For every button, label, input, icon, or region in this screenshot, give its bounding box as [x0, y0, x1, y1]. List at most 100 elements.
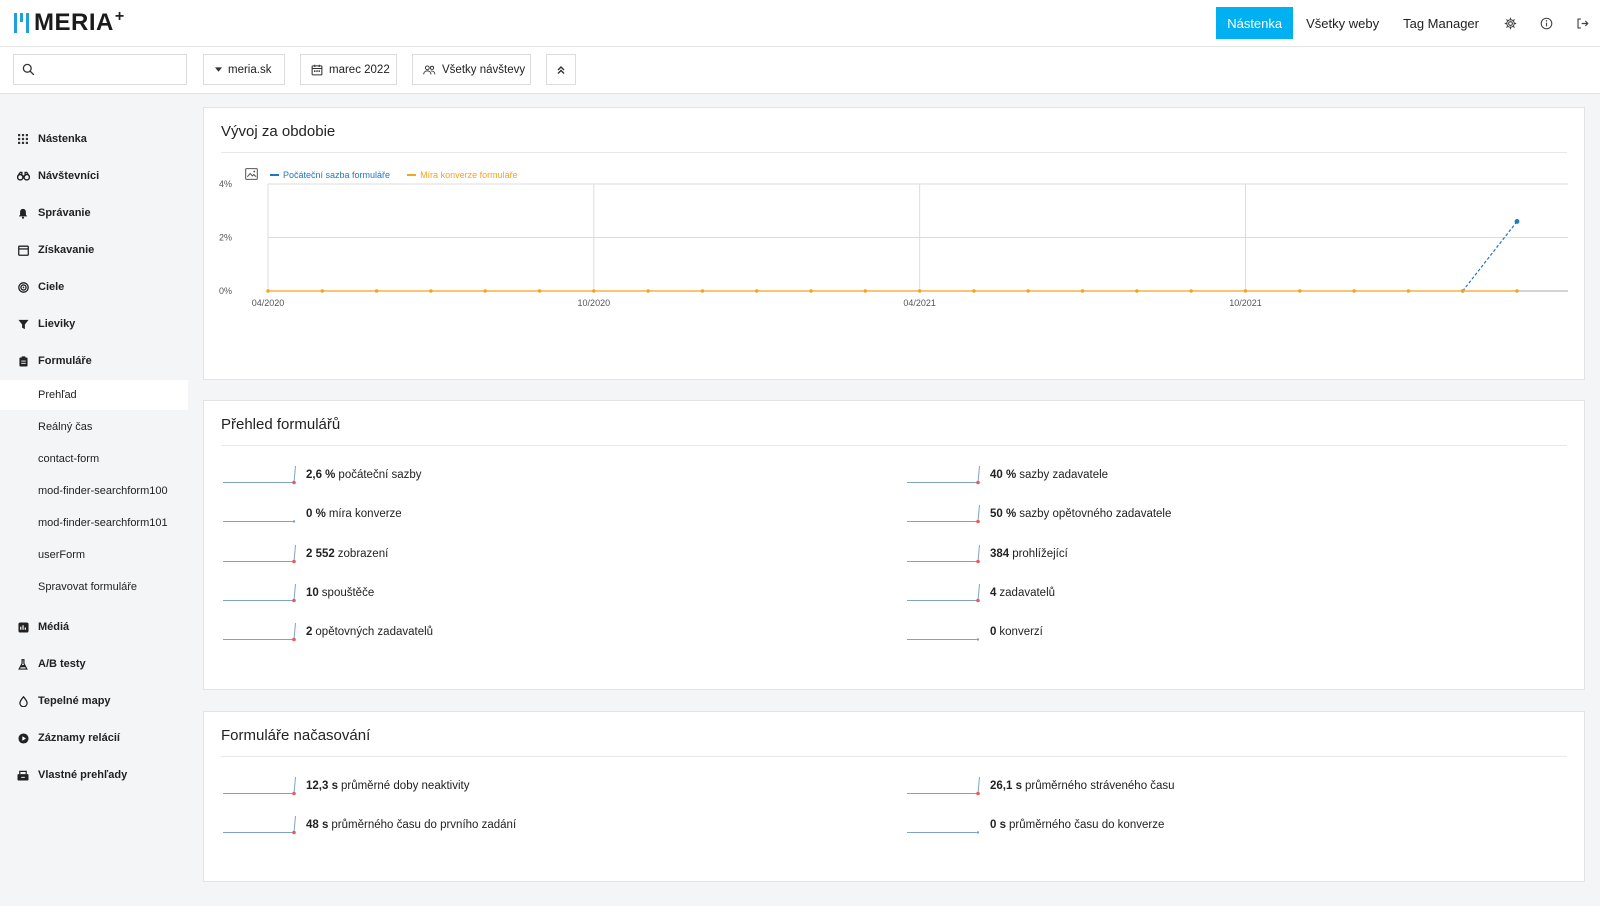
target-icon [16, 280, 30, 294]
logo-wordmark: MERIA [34, 9, 114, 36]
metric-label: sazby zadavatele [1019, 469, 1109, 481]
sparkline [223, 583, 296, 603]
top-navigation: Nástenka Všetky weby Tag Manager [1216, 0, 1600, 46]
metric-value: 2 552 [306, 547, 335, 560]
series-2-point [1080, 289, 1085, 293]
metric-value: 26,1 s [990, 780, 1022, 792]
report-icon [16, 768, 30, 782]
settings-button[interactable] [1492, 7, 1528, 39]
forms-overview-panel: Přehled formulářů 2,6 % počáteční sazby 40… [203, 400, 1585, 690]
series-2-point [917, 289, 922, 293]
meria-logo[interactable]: MERIA + [14, 8, 124, 36]
sidebar-item-acquisition[interactable]: Získavanie [0, 235, 188, 265]
metric-value: 4 [990, 586, 997, 599]
sidebar-item-label: Vlastné prehľady [38, 769, 128, 781]
sidebar-item-visitors[interactable]: Návštevníci [0, 161, 188, 191]
sidebar-item-session-recordings[interactable]: Záznamy relácií [0, 723, 188, 753]
divider [221, 756, 1567, 757]
series-2-point [1406, 289, 1411, 293]
site-selector-label: meria.sk [228, 63, 272, 76]
series-2-point [537, 289, 542, 293]
metric-label: opětovných zadavatelů [315, 626, 434, 639]
sidebar-item-media[interactable]: Médiá [0, 612, 188, 642]
sidebar-item-behaviour[interactable]: Správanie [0, 198, 188, 228]
sparkline [223, 623, 296, 642]
search-icon [22, 63, 35, 76]
metric-value: 2 [306, 626, 313, 639]
period-selector[interactable]: marec 2022 [300, 54, 397, 85]
sparkline [223, 816, 296, 835]
sidebar-item-heatmaps[interactable]: Tepelné mapy [0, 686, 188, 716]
calendar-icon [16, 243, 30, 257]
double-chevron-up-icon [557, 65, 565, 74]
logout-button[interactable] [1564, 7, 1600, 39]
metric-item: 0 % míra konverze [222, 504, 402, 524]
metric-label: spouštěče [321, 586, 375, 599]
segment-selector[interactable]: Všetky návštevy [412, 54, 531, 85]
sidebar-subitem-manage-forms[interactable]: Spravovat formuláře [0, 572, 188, 602]
sparkline [223, 544, 296, 563]
nav-all-sites-button[interactable]: Všetky weby [1295, 7, 1390, 39]
sidebar-item-funnels[interactable]: Lieviky [0, 309, 188, 339]
sidebar-subitem-searchform101[interactable]: mod-finder-searchform101 [0, 508, 188, 538]
sparkline [907, 831, 980, 834]
metric-value: 40 % [990, 469, 1017, 481]
site-selector[interactable]: meria.sk [203, 54, 285, 85]
play-icon [16, 731, 30, 745]
nav-dashboard-button[interactable]: Nástenka [1216, 7, 1294, 39]
sidebar-item-forms[interactable]: Formuláře [0, 346, 188, 376]
metric-value: 0 % [306, 508, 326, 521]
gear-icon [1504, 17, 1516, 29]
sparkline [223, 776, 296, 796]
series-2-point [1352, 289, 1356, 293]
calendar-icon [311, 64, 323, 76]
divider [221, 445, 1567, 446]
sidebar-subitem-realtime[interactable]: Reálný čas [0, 412, 188, 442]
sidebar-subitem-searchform100[interactable]: mod-finder-searchform100 [0, 476, 188, 506]
sidebar-item-label: Lieviky [38, 318, 76, 330]
timing-title: Formuláře načasování [221, 727, 371, 744]
series-2-point [809, 289, 813, 293]
y-tick-label: 2% [219, 233, 232, 243]
sidebar-item-ab-tests[interactable]: A/B testy [0, 649, 188, 679]
metric-item: 0 konverzí [906, 622, 1043, 642]
metric-item: 2,6 % počáteční sazby [222, 465, 422, 485]
info-icon [1540, 17, 1552, 29]
series-2-point [592, 289, 596, 293]
sidebar-subitem-overview[interactable]: Prehľad [0, 380, 188, 410]
forms-timing-panel: Formuláře načasování 12,3 s průměrné doby… [203, 711, 1585, 882]
sidebar-item-custom-reports[interactable]: Vlastné prehľady [0, 760, 188, 790]
sidebar-item-label: Návštevníci [38, 170, 100, 182]
users-icon [423, 64, 436, 76]
collapse-filters-button[interactable] [546, 54, 576, 85]
overview-title: Přehled formulářů [221, 416, 341, 433]
sidebar-item-goals[interactable]: Ciele [0, 272, 188, 302]
x-tick-label: 04/2021 [903, 298, 936, 308]
evolution-chart: 4% 2% 0% 04/2020 10/2020 04/2021 10/2021 [219, 179, 1568, 308]
metric-label: konverzí [999, 626, 1043, 639]
evolution-panel: Vývoj za obdobie Počáteční sazba formulá… [203, 107, 1585, 380]
sidebar-subitem-contact-form[interactable]: contact-form [0, 444, 188, 474]
filter-bar: meria.sk marec 2022 Všetky návštevy [0, 47, 1600, 94]
help-button[interactable] [1528, 7, 1564, 39]
sparkline [907, 544, 980, 563]
series-2-point [1135, 289, 1139, 293]
series-2-point [700, 289, 705, 293]
sidebar-subitem-userform[interactable]: userForm [0, 540, 188, 570]
nav-tag-manager-button[interactable]: Tag Manager [1392, 7, 1490, 39]
sidebar-item-label: Ciele [38, 281, 65, 293]
y-tick-label: 0% [219, 286, 232, 296]
series-2-point [429, 289, 433, 293]
metric-label: průměrného času do prvního zadání [331, 819, 517, 832]
series-2-point [755, 289, 759, 293]
series-2-point [1298, 289, 1302, 293]
metric-value: 2,6 % [306, 469, 336, 481]
metric-value: 12,3 s [306, 780, 338, 792]
metric-item: 40 % sazby zadavatele [906, 465, 1108, 485]
x-tick-label: 10/2020 [578, 298, 611, 308]
sidebar-item-dashboard[interactable]: Nástenka [0, 124, 188, 154]
series-2-point [646, 289, 650, 293]
series-2-point [266, 289, 270, 293]
search-field[interactable] [13, 54, 187, 85]
binoculars-icon [16, 169, 30, 183]
